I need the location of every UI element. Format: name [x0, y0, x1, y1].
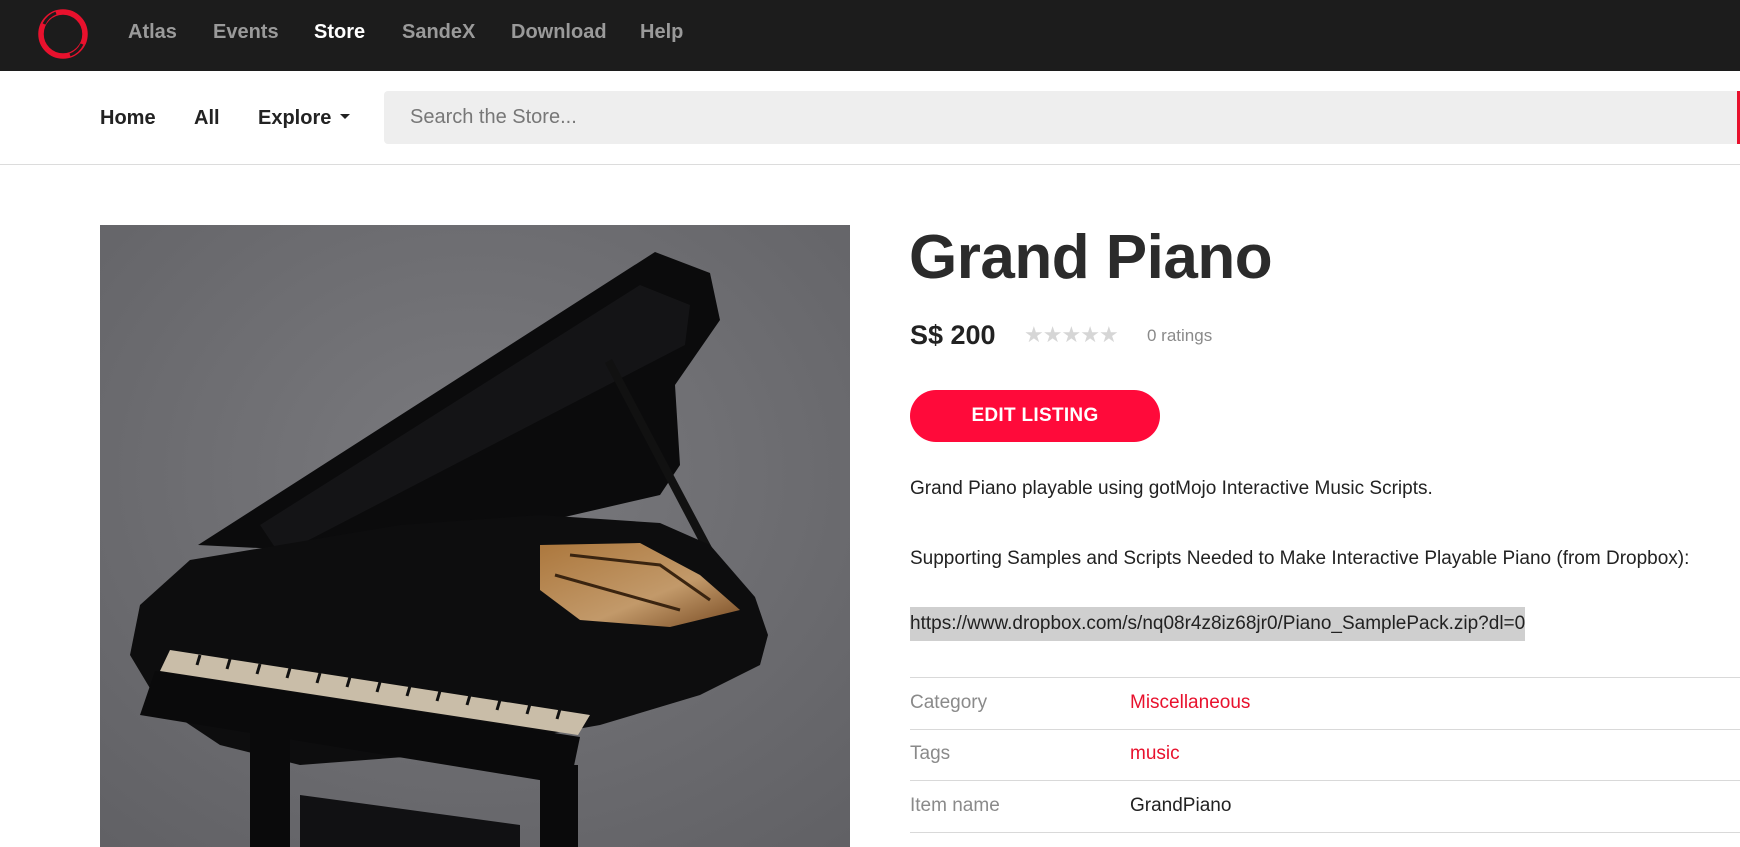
caret-down-icon — [340, 114, 351, 120]
details-divider — [910, 729, 1740, 730]
subnav-explore-label: Explore — [258, 107, 332, 129]
nav-download[interactable]: Download — [511, 21, 607, 44]
subnav-home[interactable]: Home — [100, 107, 156, 130]
ring-logo-icon[interactable] — [36, 7, 90, 61]
nav-store[interactable]: Store — [314, 21, 365, 44]
star-icon[interactable]: ★ — [1080, 322, 1100, 347]
subnav-all[interactable]: All — [194, 107, 220, 130]
category-value[interactable]: Miscellaneous — [1130, 692, 1250, 714]
nav-sandex[interactable]: SandeX — [402, 21, 475, 44]
tags-label: Tags — [910, 743, 951, 764]
rating-stars[interactable]: ★★★★★ — [1024, 322, 1119, 348]
item-name-value: GrandPiano — [1130, 795, 1232, 816]
star-icon[interactable]: ★ — [1043, 322, 1063, 347]
nav-events[interactable]: Events — [213, 21, 279, 44]
store-subnav: Home All Explore — [0, 71, 1740, 165]
store-search-input[interactable] — [384, 91, 1740, 144]
nav-atlas[interactable]: Atlas — [128, 21, 177, 44]
product-price: S$ 200 — [910, 320, 996, 350]
star-icon[interactable]: ★ — [1061, 322, 1081, 347]
grand-piano-image — [100, 225, 850, 847]
category-label: Category — [910, 692, 988, 713]
product-description: Grand Piano playable using gotMojo Inter… — [910, 478, 1433, 499]
details-divider — [910, 832, 1740, 833]
item-name-label: Item name — [910, 795, 1000, 816]
supporting-samples-text: Supporting Samples and Scripts Needed to… — [910, 548, 1690, 569]
edit-listing-button[interactable]: EDIT LISTING — [910, 390, 1160, 442]
nav-help[interactable]: Help — [640, 21, 683, 44]
top-navigation-bar: Atlas Events Store SandeX Download Help — [0, 0, 1740, 71]
star-icon[interactable]: ★ — [1099, 322, 1119, 347]
details-divider — [910, 780, 1740, 781]
dropbox-link[interactable]: https://www.dropbox.com/s/nq08r4z8iz68jr… — [910, 607, 1526, 641]
tag-value[interactable]: music — [1130, 743, 1180, 765]
subnav-explore[interactable]: Explore — [258, 107, 351, 130]
ratings-count: 0 ratings — [1147, 326, 1213, 345]
star-icon[interactable]: ★ — [1024, 322, 1044, 347]
product-image — [100, 225, 850, 847]
product-title: Grand Piano — [909, 223, 1273, 292]
details-divider — [910, 677, 1740, 678]
